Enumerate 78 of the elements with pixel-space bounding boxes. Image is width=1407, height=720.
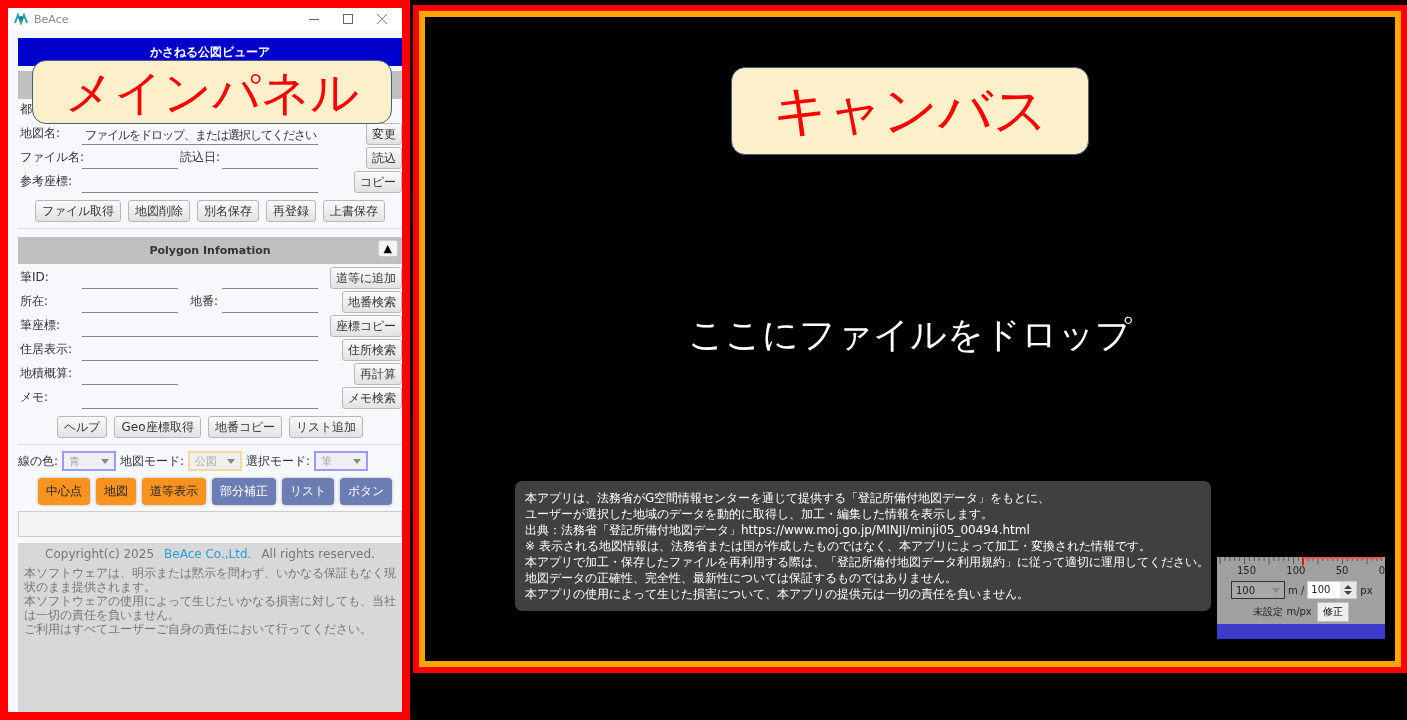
notice-text: 地図データの正確性、完全性、最新性については保証するものではありません。 (525, 570, 958, 586)
text-field[interactable]: ファイルをドロップ、または選択してください (82, 126, 318, 145)
mode-button[interactable]: 道等表示 (142, 478, 206, 505)
action-button[interactable]: ヘルプ (57, 416, 108, 438)
field-label: 地図名: (19, 126, 62, 142)
scale-label: 100 (1286, 565, 1306, 576)
minimize-icon[interactable] (309, 18, 319, 20)
notice-text: 出典：法務省「登記所備付地図データ」https://www.moj.go.jp/MINJI/minji05_00494.html (525, 522, 1031, 538)
notice-text: 本アプリの使用によって生じた損害について、本アプリの提供元は一切の責任を負いません。 (525, 586, 1030, 602)
action-button[interactable]: リスト追加 (288, 416, 363, 438)
field-label: 所在: (19, 294, 50, 310)
disclaimer-text: 本ソフトウェアは、明示または黙示を問わず、いかなる保証もなく現状のまま提供されます。 (24, 566, 396, 594)
drop-hint: ここにファイルをドロップ (687, 313, 1133, 357)
copyright-text: Copyright(c) 2025 (45, 547, 155, 561)
section-title: Polygon Infomation (149, 244, 271, 257)
unit-label: m / (1288, 584, 1305, 596)
mode-button[interactable]: 中心点 (38, 478, 90, 505)
notice-text: 本アプリで加工・保存したファイルを再利用する際は、「登記所備付地図データ利用規約」に従って適切に運用してください。 (525, 554, 1201, 570)
window-title: BeAce (34, 12, 69, 26)
action-button[interactable]: ファイル取得 (35, 200, 121, 222)
action-button[interactable]: 地番検索 (342, 291, 402, 313)
dropdown-caret-icon (101, 458, 110, 464)
meters-dropdown[interactable]: 100 (1231, 581, 1285, 599)
action-button[interactable]: 別名保存 (197, 200, 259, 222)
dropdown-caret-icon (353, 458, 362, 464)
action-button[interactable]: 座標コピー (330, 315, 402, 337)
action-button[interactable]: 住所検索 (342, 339, 402, 361)
scale-label: 150 (1237, 565, 1257, 576)
mode-button[interactable]: ボタン (340, 478, 392, 505)
field-label: 地積概算: (19, 366, 74, 382)
disclaimer-text: ご利用はすべてユーザーご自身の責任において行ってください。 (24, 622, 373, 636)
scale-label: 0 (1378, 565, 1385, 576)
mode-button[interactable]: 部分補正 (212, 478, 276, 505)
field-label: メモ: (19, 390, 50, 406)
spinner-arrows-icon[interactable] (1344, 584, 1353, 596)
mode-button[interactable]: リスト (282, 478, 334, 505)
rights-text: All rights reserved. (261, 547, 375, 561)
action-button[interactable]: メモ検索 (342, 387, 402, 409)
field-label: 地番: (188, 294, 219, 310)
dropdown-caret-icon (1272, 587, 1280, 593)
action-button[interactable]: 再登録 (266, 200, 316, 222)
field-label: ファイル名: (19, 150, 82, 166)
app-logo-icon (14, 13, 28, 25)
field-label: 都 (19, 102, 33, 118)
field-label: 読込日: (179, 150, 222, 166)
action-button[interactable]: 道等に追加 (330, 267, 402, 289)
field-label: 参考座標: (19, 174, 74, 190)
annotation-callout: キャンバス (731, 67, 1089, 155)
notice-text: 本アプリは、法務省がG空間情報センターを通じて提供する「登記所備付地図データ」をもとに、 (525, 490, 1052, 506)
action-button[interactable]: 上書保存 (323, 200, 385, 222)
dropdown-label: 選択モード: (246, 452, 311, 470)
action-button[interactable]: 変更 (366, 123, 402, 145)
action-button[interactable]: コピー (354, 171, 402, 193)
action-button[interactable]: 読込 (366, 147, 402, 169)
dropdown-label: 地図モード: (120, 452, 185, 470)
dropdown-caret-icon (227, 458, 236, 464)
annotation-callout: メインパネル (32, 60, 392, 124)
maximize-icon[interactable] (343, 14, 353, 24)
notice-text: ユーザーが選択した地域のデータを動的に取得し、加工・編集した情報を表示します。 (525, 506, 994, 522)
action-button[interactable]: Geo座標取得 (114, 416, 201, 438)
field-label: 住居表示: (19, 342, 74, 358)
dropdown-label: 線の色: (18, 452, 59, 470)
mode-button[interactable]: 地図 (96, 478, 136, 505)
apply-button[interactable]: 修正 (1316, 602, 1349, 622)
map-canvas[interactable] (413, 5, 1407, 673)
close-icon[interactable] (377, 14, 387, 24)
field-label: 筆座標: (19, 318, 62, 334)
action-button[interactable]: 地図削除 (128, 200, 190, 222)
disclaimer-text: 本ソフトウェアの使用によって生じたいかなる損害に対しても、当社は一切の責任を負いません。 (24, 594, 396, 622)
scale-label: 50 (1335, 565, 1349, 576)
unit-label: px (1360, 584, 1373, 596)
pixels-spinner[interactable]: 100 (1307, 581, 1358, 599)
collapse-button[interactable]: ▲ (377, 240, 398, 257)
field-label: 筆ID: (19, 270, 50, 286)
action-button[interactable]: 地番コピー (207, 416, 282, 438)
scale-status: 未設定 m/px (1253, 605, 1312, 619)
action-button[interactable]: 再計算 (354, 363, 402, 385)
notice-text: ※ 表示される地図情報は、法務省または国が作成したものではなく、本アプリによって加工・変換された情報です。 (525, 538, 1152, 554)
